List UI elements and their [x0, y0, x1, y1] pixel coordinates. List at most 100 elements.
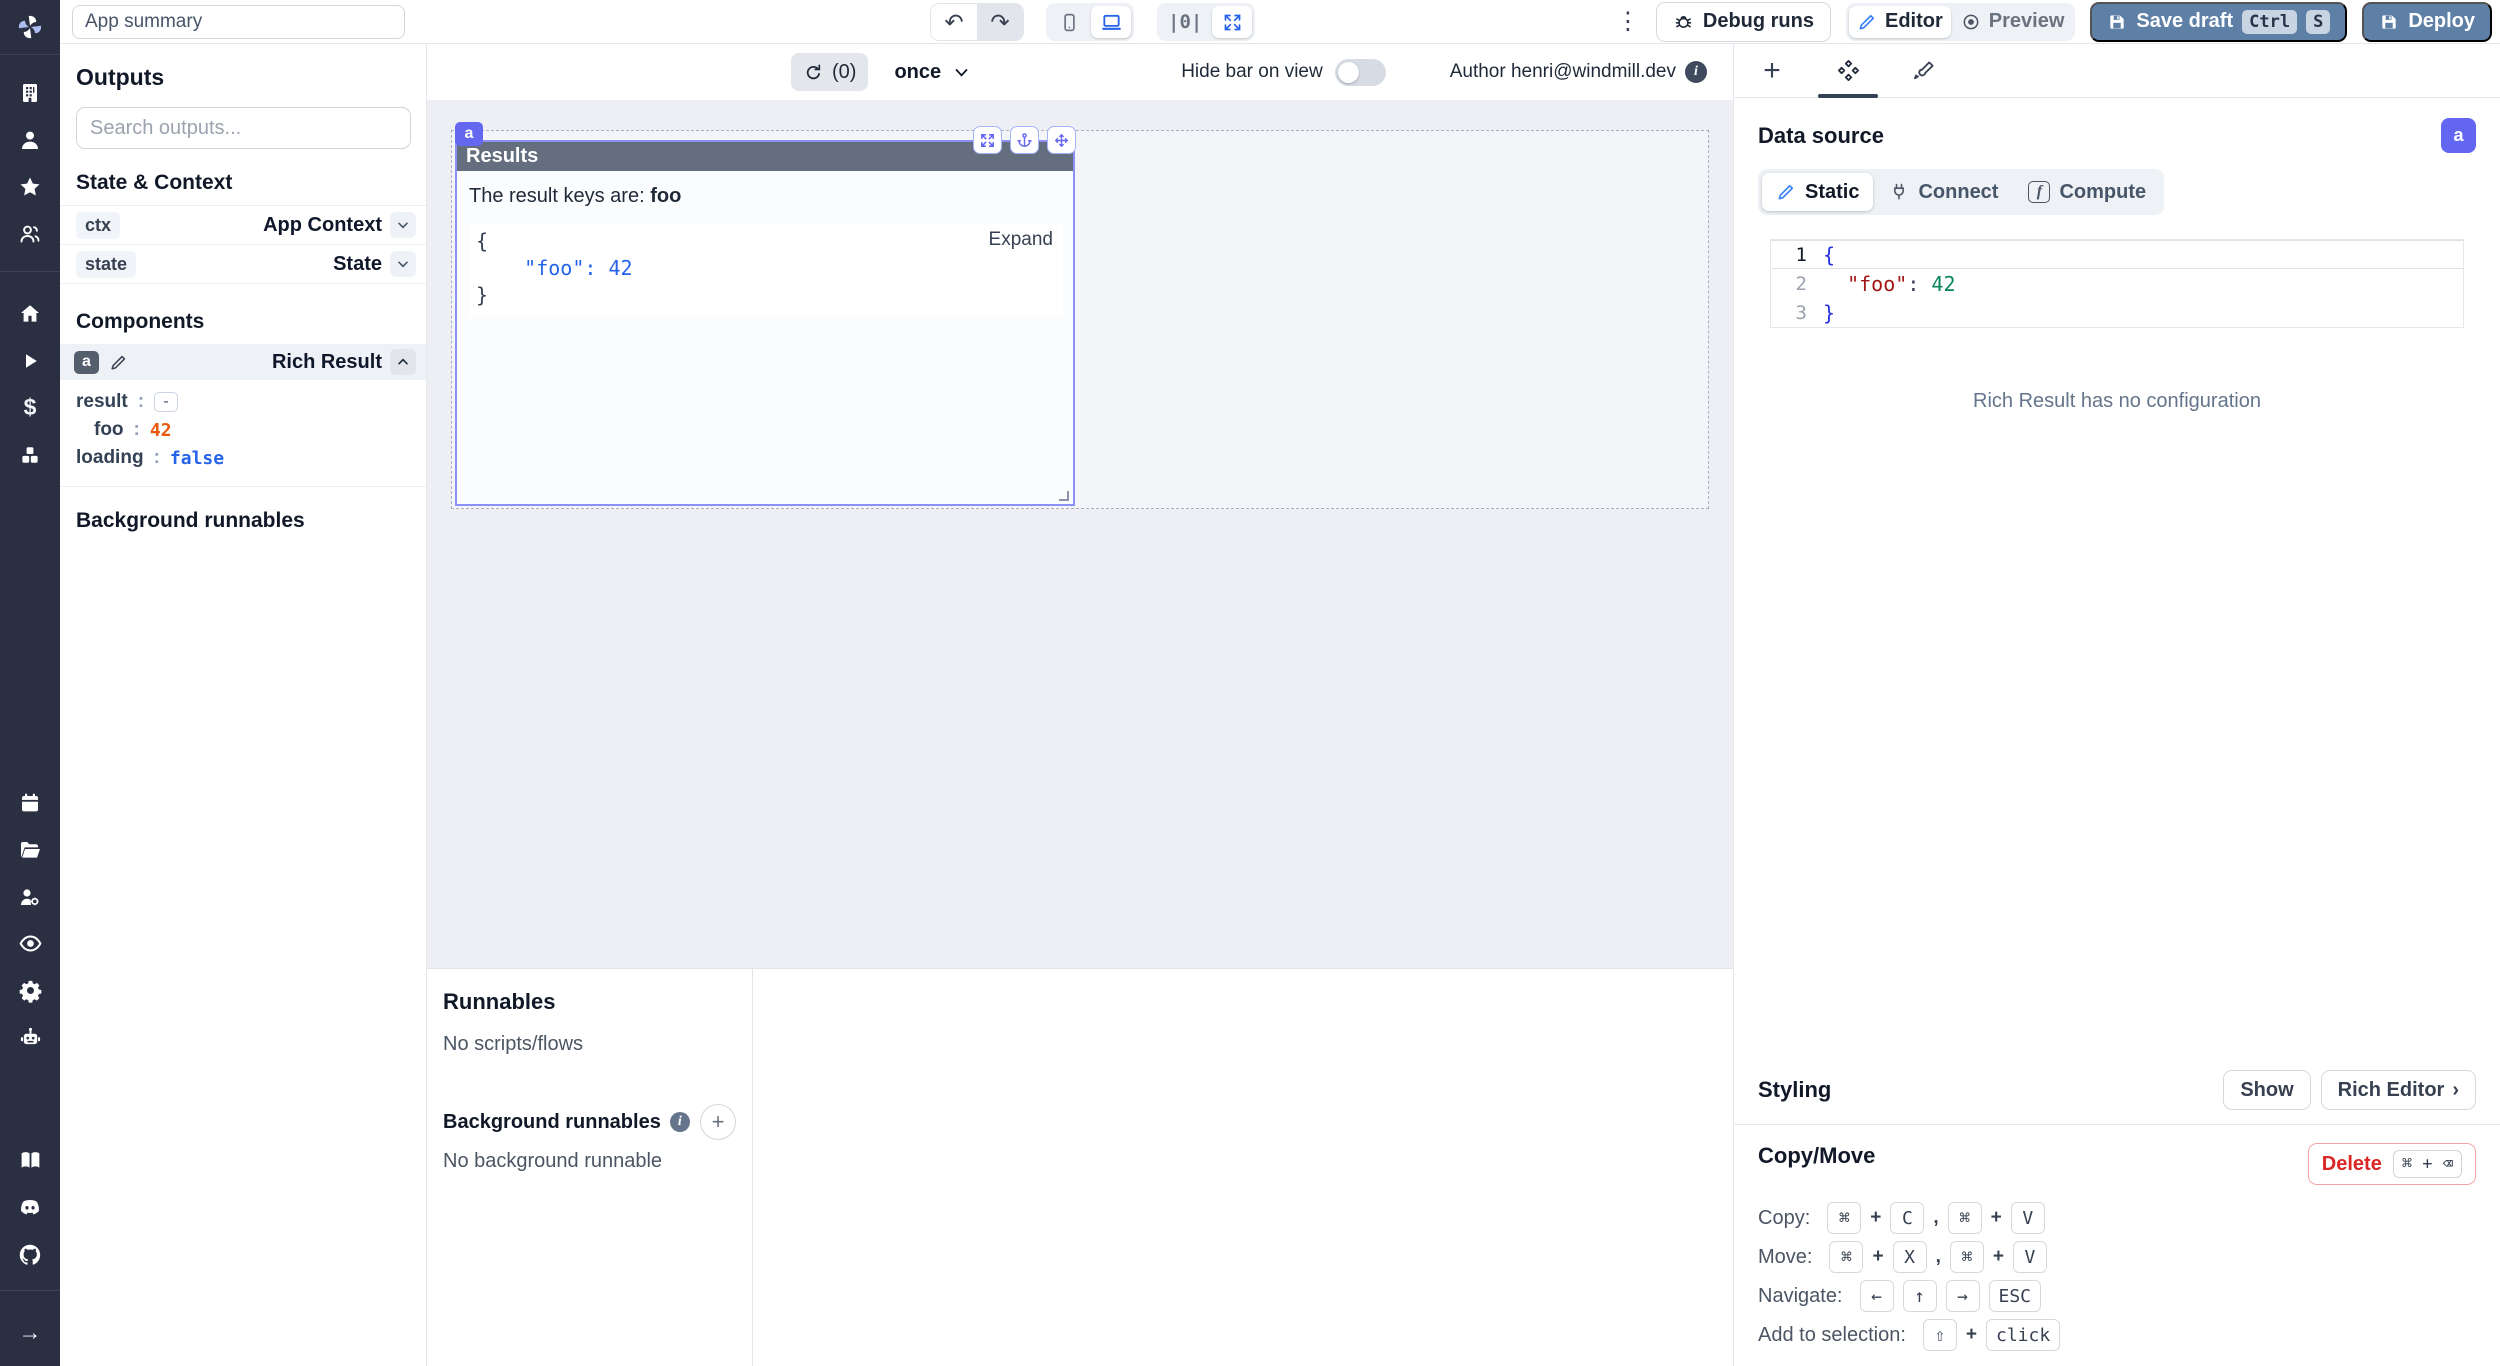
- delete-component-button[interactable]: Delete ⌘ + ⌫: [2308, 1143, 2476, 1185]
- collapse-component-button[interactable]: [390, 349, 416, 375]
- move-handle-icon[interactable]: [1047, 126, 1076, 154]
- rail-divider: [0, 54, 60, 55]
- rename-pencil-icon[interactable]: [109, 353, 128, 372]
- collapse-result-button[interactable]: -: [154, 392, 178, 412]
- github-icon[interactable]: [0, 1231, 60, 1278]
- ctx-type-label: App Context: [263, 214, 382, 237]
- rail-divider: [0, 1290, 60, 1291]
- search-outputs-input[interactable]: [76, 107, 411, 149]
- windmill-logo[interactable]: [0, 0, 60, 54]
- full-width-button[interactable]: [1212, 6, 1252, 38]
- brush-icon: [1912, 59, 1936, 83]
- workspace-icon[interactable]: [0, 69, 60, 116]
- shortcut-separator: ,: [1936, 1246, 1941, 1268]
- data-source-section: Data source a Static Connect: [1734, 98, 2500, 328]
- tab-theme-brush[interactable]: [1886, 44, 1962, 97]
- compute-mode-button[interactable]: f Compute: [2014, 173, 2160, 211]
- editor-tab[interactable]: Editor: [1849, 6, 1951, 38]
- hide-bar-toggle[interactable]: [1335, 59, 1386, 86]
- center-layout-button[interactable]: |0|: [1160, 6, 1210, 38]
- show-styling-button[interactable]: Show: [2223, 1070, 2310, 1110]
- editor-line: 1 {: [1771, 240, 2463, 269]
- anchor-handle-icon[interactable]: [1010, 126, 1039, 154]
- discord-icon[interactable]: [0, 1184, 60, 1231]
- save-draft-button[interactable]: Save draft Ctrl S: [2090, 2, 2347, 42]
- state-row[interactable]: state State: [60, 245, 426, 284]
- shortcut-separator: +: [1991, 1207, 2002, 1229]
- more-menu-button[interactable]: ⋮: [1615, 7, 1641, 36]
- result-json-viewer: Expand { "foo": 42 }: [469, 224, 1063, 317]
- component-a-row[interactable]: a Rich Result: [60, 344, 426, 380]
- kbd-chip: ←: [1860, 1280, 1894, 1312]
- copy-move-title: Copy/Move: [1758, 1143, 1875, 1169]
- groups-icon[interactable]: [0, 210, 60, 257]
- audit-eye-icon[interactable]: [0, 920, 60, 967]
- editor-line: 2 "foo": 42: [1771, 269, 2463, 298]
- fx-icon: f: [2028, 181, 2050, 203]
- component-output-tree: result : - foo : 42 loading : false: [60, 380, 426, 487]
- kbd-chip: ⌘: [1950, 1241, 1984, 1273]
- top-bar: ↶ ↷ |0| ⋮: [60, 0, 2500, 44]
- background-runnables-title: Background runnables: [76, 509, 410, 533]
- rich-editor-button[interactable]: Rich Editor ›: [2321, 1070, 2476, 1110]
- ctx-row[interactable]: ctx App Context: [60, 206, 426, 245]
- app-summary-input[interactable]: [72, 5, 405, 39]
- styling-section: Styling Show Rich Editor ›: [1734, 1070, 2500, 1124]
- connect-mode-button[interactable]: Connect: [1875, 173, 2012, 211]
- runs-play-icon[interactable]: [0, 337, 60, 384]
- preview-tab[interactable]: Preview: [1953, 6, 2073, 38]
- expand-link[interactable]: Expand: [989, 229, 1053, 251]
- component-id-badge: a: [74, 351, 99, 374]
- background-runnables-empty: No background runnable: [443, 1150, 736, 1173]
- loading-value: false: [170, 448, 224, 469]
- undo-redo-group: ↶ ↷: [930, 3, 1024, 41]
- state-expand-button[interactable]: [390, 251, 416, 277]
- add-background-runnable-button[interactable]: +: [700, 1104, 736, 1140]
- kbd-ctrl: Ctrl: [2242, 10, 2297, 34]
- desktop-view-button[interactable]: [1091, 6, 1131, 38]
- background-runnables-heading: Background runnables i: [443, 1111, 690, 1134]
- refresh-button[interactable]: (0): [791, 53, 868, 91]
- editor-line: 3 }: [1771, 298, 2463, 327]
- expand-handle-icon[interactable]: [973, 126, 1002, 154]
- grid-container: a: [451, 130, 1709, 509]
- refresh-count: (0): [832, 61, 856, 84]
- debug-runs-button[interactable]: Debug runs: [1656, 2, 1831, 42]
- chevron-right-icon: ›: [2452, 1079, 2459, 1102]
- shortcut-row: Add to selection:⇧+click: [1758, 1318, 2476, 1352]
- user-icon[interactable]: [0, 116, 60, 163]
- kbd-chip: →: [1946, 1280, 1980, 1312]
- data-source-title: Data source: [1758, 123, 1884, 149]
- app-canvas[interactable]: a: [427, 100, 1733, 968]
- shortcut-separator: +: [1872, 1246, 1883, 1268]
- tab-add-component[interactable]: +: [1734, 44, 1810, 97]
- favorites-star-icon[interactable]: [0, 163, 60, 210]
- redo-button[interactable]: ↷: [977, 4, 1023, 40]
- ai-robot-icon[interactable]: [0, 1014, 60, 1061]
- schedules-calendar-icon[interactable]: [0, 779, 60, 826]
- rich-result-component[interactable]: a: [455, 140, 1075, 506]
- docs-book-icon[interactable]: [0, 1137, 60, 1184]
- static-json-editor[interactable]: 1 { 2 "foo": 42 3 }: [1770, 239, 2464, 328]
- workers-icon[interactable]: [0, 873, 60, 920]
- ctx-expand-button[interactable]: [390, 212, 416, 238]
- undo-button[interactable]: ↶: [931, 4, 977, 40]
- kbd-chip: X: [1893, 1241, 1927, 1273]
- background-info-icon[interactable]: i: [670, 1112, 690, 1132]
- static-mode-button[interactable]: Static: [1762, 173, 1873, 211]
- home-icon[interactable]: [0, 290, 60, 337]
- deploy-button[interactable]: Deploy: [2362, 2, 2492, 42]
- variables-dollar-icon[interactable]: $: [0, 384, 60, 431]
- styling-title: Styling: [1758, 1077, 1831, 1103]
- author-info-icon[interactable]: i: [1685, 61, 1707, 83]
- kbd-chip: ⇧: [1923, 1319, 1957, 1351]
- settings-gear-icon[interactable]: [0, 967, 60, 1014]
- schedule-select[interactable]: once: [894, 61, 970, 84]
- tab-component-settings[interactable]: [1810, 44, 1886, 97]
- expand-rail-arrow-icon[interactable]: →: [0, 1309, 60, 1356]
- resize-handle[interactable]: [1059, 491, 1069, 501]
- folders-icon[interactable]: [0, 826, 60, 873]
- resources-boxes-icon[interactable]: [0, 431, 60, 478]
- mobile-view-button[interactable]: [1049, 6, 1089, 38]
- kbd-chip: click: [1986, 1319, 2060, 1351]
